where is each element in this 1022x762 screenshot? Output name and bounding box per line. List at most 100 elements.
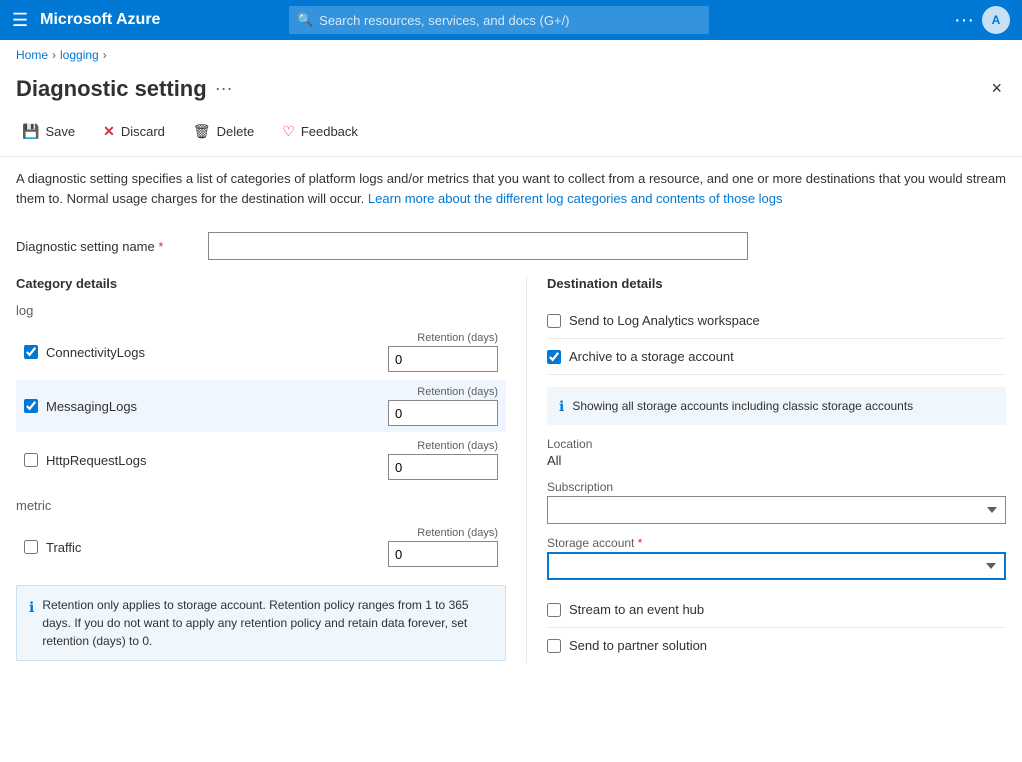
feedback-button[interactable]: ♡ Feedback: [276, 119, 364, 144]
log-analytics-label: Send to Log Analytics workspace: [569, 313, 760, 328]
setting-name-row: Diagnostic setting name *: [16, 232, 1006, 260]
feedback-icon: ♡: [282, 123, 295, 140]
connectivity-retention-group: Retention (days): [378, 332, 498, 372]
toolbar: 💾 Save ✕ Discard 🗑 Delete ♡ Feedback: [0, 115, 1022, 157]
page-header: Diagnostic setting ··· ×: [0, 70, 1022, 115]
page-title: Diagnostic setting: [16, 76, 207, 102]
storage-required-mark: *: [638, 536, 643, 550]
required-mark: *: [158, 239, 163, 254]
category-details-column: Category details log ConnectivityLogs Re…: [16, 276, 526, 663]
http-request-logs-row: HttpRequestLogs Retention (days): [16, 434, 506, 486]
storage-info-box: ℹ Showing all storage accounts including…: [547, 387, 1006, 425]
traffic-label: Traffic: [46, 540, 378, 555]
event-hub-checkbox[interactable]: [547, 603, 561, 617]
breadcrumb-logging[interactable]: logging: [60, 48, 99, 62]
hamburger-icon[interactable]: ☰: [12, 10, 28, 31]
storage-account-field: Storage account *: [547, 536, 1006, 580]
traffic-checkbox[interactable]: [24, 540, 38, 554]
connectivity-retention-input[interactable]: [388, 346, 498, 372]
partner-solution-row: Send to partner solution: [547, 628, 1006, 663]
messaging-logs-checkbox[interactable]: [24, 399, 38, 413]
http-retention-group: Retention (days): [378, 440, 498, 480]
learn-more-link[interactable]: Learn more about the different log categ…: [368, 191, 783, 206]
event-hub-label: Stream to an event hub: [569, 602, 704, 617]
log-group-label: log: [16, 303, 506, 318]
setting-name-label: Diagnostic setting name *: [16, 239, 196, 254]
more-options-icon[interactable]: ···: [954, 9, 974, 32]
location-label: Location: [547, 437, 1006, 451]
delete-label: Delete: [217, 124, 255, 139]
log-analytics-row: Send to Log Analytics workspace: [547, 303, 1006, 339]
messaging-logs-row: MessagingLogs Retention (days): [16, 380, 506, 432]
topnav: ☰ Microsoft Azure 🔍 ··· A: [0, 0, 1022, 40]
archive-storage-label: Archive to a storage account: [569, 349, 734, 364]
delete-button[interactable]: 🗑 Delete: [187, 119, 260, 144]
location-field: Location All: [547, 437, 1006, 468]
retention-info-text: Retention only applies to storage accoun…: [42, 596, 493, 650]
messaging-retention-input[interactable]: [388, 400, 498, 426]
traffic-retention-input[interactable]: [388, 541, 498, 567]
feedback-label: Feedback: [301, 124, 358, 139]
breadcrumb-sep-1: ›: [52, 48, 56, 62]
save-button[interactable]: 💾 Save: [16, 119, 81, 144]
messaging-logs-label: MessagingLogs: [46, 399, 378, 414]
storage-section: ℹ Showing all storage accounts including…: [547, 375, 1006, 580]
log-group: log ConnectivityLogs Retention (days) Me…: [16, 303, 506, 486]
partner-solution-label: Send to partner solution: [569, 638, 707, 653]
subscription-label: Subscription: [547, 480, 1006, 494]
metric-group-label: metric: [16, 498, 506, 513]
breadcrumb-home[interactable]: Home: [16, 48, 48, 62]
delete-icon: 🗑: [193, 123, 211, 140]
http-request-logs-checkbox[interactable]: [24, 453, 38, 467]
connectivity-logs-checkbox[interactable]: [24, 345, 38, 359]
destination-details-title: Destination details: [547, 276, 1006, 291]
search-bar[interactable]: 🔍: [289, 6, 709, 34]
destination-details-column: Destination details Send to Log Analytic…: [526, 276, 1006, 663]
search-input[interactable]: [319, 13, 701, 28]
messaging-retention-label: Retention (days): [417, 386, 498, 398]
breadcrumb: Home › logging ›: [0, 40, 1022, 70]
save-icon: 💾: [22, 123, 39, 140]
storage-account-label: Storage account *: [547, 536, 1006, 550]
discard-button[interactable]: ✕ Discard: [97, 119, 171, 144]
breadcrumb-sep-2: ›: [103, 48, 107, 62]
connectivity-logs-row: ConnectivityLogs Retention (days): [16, 326, 506, 378]
messaging-retention-group: Retention (days): [378, 386, 498, 426]
http-retention-label: Retention (days): [417, 440, 498, 452]
topnav-right: ··· A: [954, 6, 1010, 34]
category-details-title: Category details: [16, 276, 506, 291]
http-retention-input[interactable]: [388, 454, 498, 480]
retention-info-box: ℹ Retention only applies to storage acco…: [16, 585, 506, 661]
metric-group: metric Traffic Retention (days): [16, 498, 506, 573]
avatar[interactable]: A: [982, 6, 1010, 34]
connectivity-retention-label: Retention (days): [417, 332, 498, 344]
discard-icon: ✕: [103, 123, 115, 140]
http-request-logs-label: HttpRequestLogs: [46, 453, 378, 468]
discard-label: Discard: [121, 124, 165, 139]
location-value: All: [547, 453, 1006, 468]
storage-info-icon: ℹ: [559, 398, 564, 415]
archive-storage-row: Archive to a storage account: [547, 339, 1006, 375]
archive-storage-checkbox[interactable]: [547, 350, 561, 364]
partner-solution-checkbox[interactable]: [547, 639, 561, 653]
event-hub-row: Stream to an event hub: [547, 592, 1006, 628]
traffic-retention-group: Retention (days): [378, 527, 498, 567]
main-content: Diagnostic setting name * Category detai…: [0, 220, 1022, 675]
log-analytics-checkbox[interactable]: [547, 314, 561, 328]
page-options-icon[interactable]: ···: [215, 78, 233, 99]
subscription-select[interactable]: [547, 496, 1006, 524]
info-icon: ℹ: [29, 597, 34, 618]
traffic-retention-label: Retention (days): [417, 527, 498, 539]
setting-name-input[interactable]: [208, 232, 748, 260]
two-col-layout: Category details log ConnectivityLogs Re…: [16, 276, 1006, 663]
close-button[interactable]: ×: [987, 74, 1006, 103]
traffic-row: Traffic Retention (days): [16, 521, 506, 573]
storage-info-text: Showing all storage accounts including c…: [572, 399, 913, 413]
description: A diagnostic setting specifies a list of…: [0, 157, 1022, 220]
connectivity-logs-label: ConnectivityLogs: [46, 345, 378, 360]
subscription-field: Subscription: [547, 480, 1006, 524]
app-title: Microsoft Azure: [40, 11, 160, 29]
search-icon: 🔍: [297, 12, 313, 28]
save-label: Save: [45, 124, 75, 139]
storage-account-select[interactable]: [547, 552, 1006, 580]
